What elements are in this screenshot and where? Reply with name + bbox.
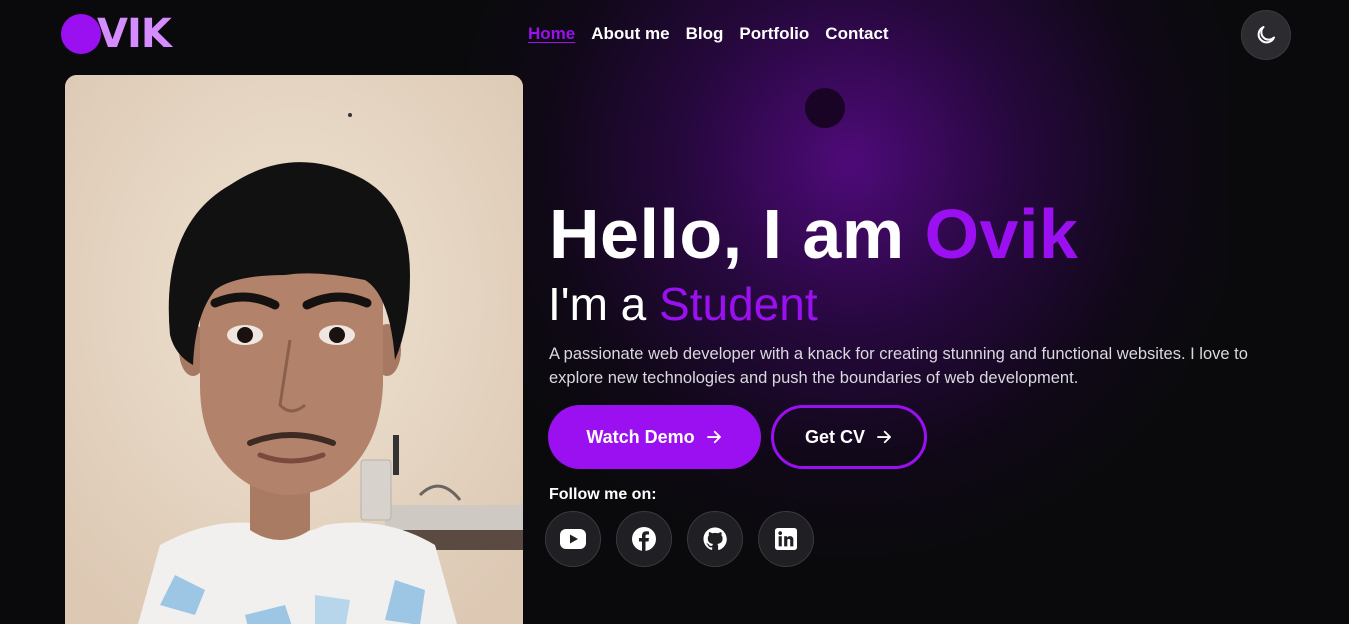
- youtube-link[interactable]: [545, 511, 601, 567]
- get-cv-button[interactable]: Get CV: [771, 405, 927, 469]
- watch-demo-button[interactable]: Watch Demo: [548, 405, 761, 469]
- decorative-circle: [805, 88, 845, 128]
- nav-item-contact[interactable]: Contact: [825, 22, 888, 46]
- nav-item-blog[interactable]: Blog: [686, 22, 724, 46]
- linkedin-icon: [775, 528, 797, 550]
- hero-subtitle: I'm a Student: [548, 276, 818, 332]
- linkedin-link[interactable]: [758, 511, 814, 567]
- main-nav: Home About me Blog Portfolio Contact: [528, 22, 889, 46]
- hero-name: Ovik: [924, 195, 1079, 273]
- logo-dot: [61, 14, 101, 54]
- hero-greeting: Hello, I am: [549, 195, 905, 273]
- github-icon: [703, 527, 727, 551]
- follow-label: Follow me on:: [549, 486, 657, 503]
- arrow-right-icon: [877, 430, 891, 444]
- arrow-right-icon: [706, 430, 721, 444]
- profile-photo: [65, 75, 523, 624]
- moon-icon: [1257, 26, 1275, 44]
- hero-sub-prefix: I'm a: [548, 278, 647, 330]
- nav-item-portfolio[interactable]: Portfolio: [739, 22, 809, 46]
- watch-demo-label: Watch Demo: [586, 426, 695, 447]
- hero-description: A passionate web developer with a knack …: [549, 345, 1248, 387]
- social-links: [545, 511, 814, 567]
- youtube-icon: [560, 529, 586, 549]
- get-cv-label: Get CV: [804, 426, 865, 447]
- facebook-link[interactable]: [616, 511, 672, 567]
- site-logo[interactable]: VIK: [61, 11, 172, 57]
- facebook-icon: [632, 527, 656, 551]
- hero-role: Student: [659, 278, 818, 330]
- github-link[interactable]: [687, 511, 743, 567]
- nav-item-about[interactable]: About me: [591, 22, 669, 46]
- theme-toggle-button[interactable]: [1241, 10, 1291, 60]
- logo-text: VIK: [97, 11, 172, 57]
- hero-title: Hello, I am Ovik: [549, 192, 1078, 276]
- nav-item-home[interactable]: Home: [528, 22, 575, 46]
